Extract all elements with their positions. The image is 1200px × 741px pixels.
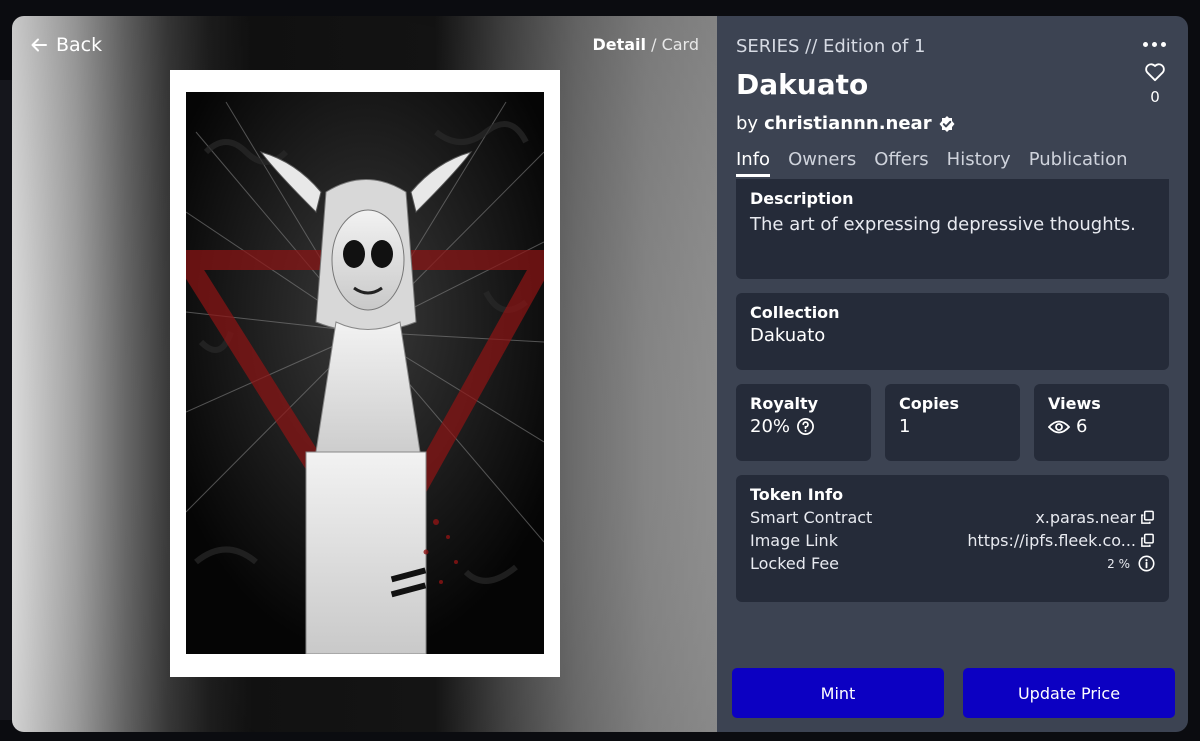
stats-row: Royalty 20% Copies 1 Views 6 — [736, 384, 1169, 461]
tab-info[interactable]: Info — [736, 149, 771, 177]
token-row-label: Locked Fee — [750, 554, 840, 573]
token-row-image-link: Image Link https://ipfs.fleek.co... — [750, 531, 1155, 550]
image-link-value[interactable]: https://ipfs.fleek.co... — [967, 531, 1136, 550]
contract-value: x.paras.near — [1035, 508, 1136, 527]
info-panel: SERIES // Edition of 1 0 Dakuato by chri… — [717, 16, 1188, 732]
arrow-left-icon — [31, 38, 47, 52]
creator-line: by christiannn.near — [736, 113, 956, 134]
tab-publication[interactable]: Publication — [1029, 149, 1128, 177]
back-label: Back — [56, 34, 103, 56]
copy-icon[interactable] — [1140, 533, 1155, 548]
artwork-panel: Back Detail / Card — [12, 16, 717, 732]
copies-card: Copies 1 — [885, 384, 1020, 461]
token-info-card: Token Info Smart Contract x.paras.near I… — [736, 475, 1169, 602]
royalty-card: Royalty 20% — [736, 384, 871, 461]
like-count: 0 — [1150, 88, 1160, 106]
token-detail-modal: Back Detail / Card SERIES // Edition of … — [12, 16, 1188, 732]
image-link-value-group: https://ipfs.fleek.co... — [967, 531, 1155, 550]
back-button[interactable]: Back — [30, 34, 102, 56]
view-card-toggle[interactable]: Card — [662, 35, 699, 54]
more-dots-icon[interactable] — [1143, 42, 1166, 47]
token-row-label: Smart Contract — [750, 508, 873, 527]
info-scroll-area[interactable]: Description The art of expressing depres… — [736, 179, 1169, 609]
description-title: Description — [750, 189, 854, 208]
collection-title: Collection — [750, 303, 840, 322]
update-price-button[interactable]: Update Price — [963, 668, 1175, 718]
info-circle-icon[interactable] — [1138, 555, 1155, 572]
views-card: Views 6 — [1034, 384, 1169, 461]
copies-title: Copies — [899, 394, 960, 413]
tab-owners[interactable]: Owners — [788, 149, 856, 177]
views-value: 6 — [1076, 416, 1088, 437]
description-text: The art of expressing depressive thought… — [750, 214, 1136, 235]
royalty-title: Royalty — [750, 394, 819, 413]
artwork-frame — [170, 70, 560, 677]
token-title: Dakuato — [736, 68, 869, 101]
like-button[interactable]: 0 — [1143, 62, 1167, 106]
token-row-contract: Smart Contract x.paras.near — [750, 508, 1155, 527]
tab-offers[interactable]: Offers — [874, 149, 928, 177]
artwork-image[interactable] — [186, 92, 544, 654]
tab-history[interactable]: History — [947, 149, 1011, 177]
description-card: Description The art of expressing depres… — [736, 179, 1169, 279]
copies-value: 1 — [899, 416, 911, 437]
verified-badge-icon — [938, 115, 956, 133]
edition-label: SERIES // Edition of 1 — [736, 36, 926, 57]
heart-icon — [1145, 63, 1165, 82]
view-toggle: Detail / Card — [592, 35, 699, 54]
creator-link[interactable]: christiannn.near — [764, 113, 932, 134]
collection-value: Dakuato — [750, 325, 826, 346]
locked-fee-value-group: 2 % — [1107, 555, 1155, 572]
copy-icon[interactable] — [1140, 510, 1155, 525]
token-row-label: Image Link — [750, 531, 838, 550]
view-detail-toggle[interactable]: Detail — [592, 35, 646, 54]
views-title: Views — [1048, 394, 1101, 413]
contract-value-group: x.paras.near — [1035, 508, 1155, 527]
locked-fee-value: 2 % — [1107, 556, 1130, 571]
mint-button[interactable]: Mint — [732, 668, 944, 718]
royalty-value: 20% — [750, 416, 791, 437]
token-info-title: Token Info — [750, 485, 844, 504]
by-prefix: by — [736, 113, 759, 134]
royalty-value-row: 20% — [750, 416, 857, 437]
views-value-row: 6 — [1048, 416, 1155, 437]
action-buttons: Mint Update Price — [732, 668, 1175, 718]
token-row-locked-fee: Locked Fee 2 % — [750, 554, 1155, 573]
detail-tabs: Info Owners Offers History Publication — [736, 149, 1127, 177]
help-circle-icon[interactable] — [796, 417, 815, 436]
eye-icon — [1048, 420, 1070, 433]
collection-card[interactable]: Collection Dakuato — [736, 293, 1169, 370]
view-separator: / — [651, 35, 657, 54]
